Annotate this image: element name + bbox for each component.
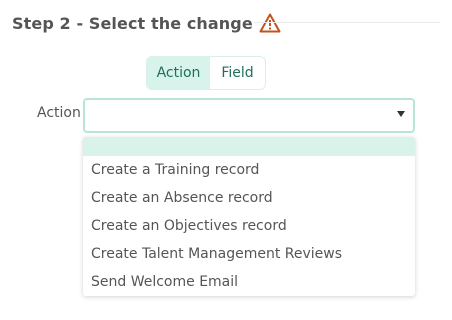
- dropdown-option-empty[interactable]: [83, 137, 415, 156]
- warning-icon: [259, 13, 281, 33]
- mode-toggle[interactable]: Action Field: [146, 56, 266, 90]
- dropdown-option[interactable]: Send Welcome Email: [91, 274, 238, 290]
- dropdown-option[interactable]: Create Talent Management Reviews: [91, 246, 342, 262]
- action-select[interactable]: [83, 98, 415, 133]
- toggle-field-button[interactable]: Field: [210, 57, 265, 89]
- dropdown-option[interactable]: Create an Absence record: [91, 190, 273, 206]
- title-divider: [254, 22, 440, 23]
- dropdown-option[interactable]: Create a Training record: [91, 162, 259, 178]
- step-title-text: Step 2 - Select the change: [12, 13, 253, 33]
- dropdown-option[interactable]: Create an Objectives record: [91, 218, 287, 234]
- action-label: Action: [37, 105, 81, 121]
- action-dropdown-list: Create a Training record Create an Absen…: [83, 137, 415, 296]
- toggle-action-button[interactable]: Action: [147, 57, 210, 89]
- step-title: Step 2 - Select the change: [12, 13, 281, 33]
- caret-down-icon[interactable]: [397, 111, 405, 117]
